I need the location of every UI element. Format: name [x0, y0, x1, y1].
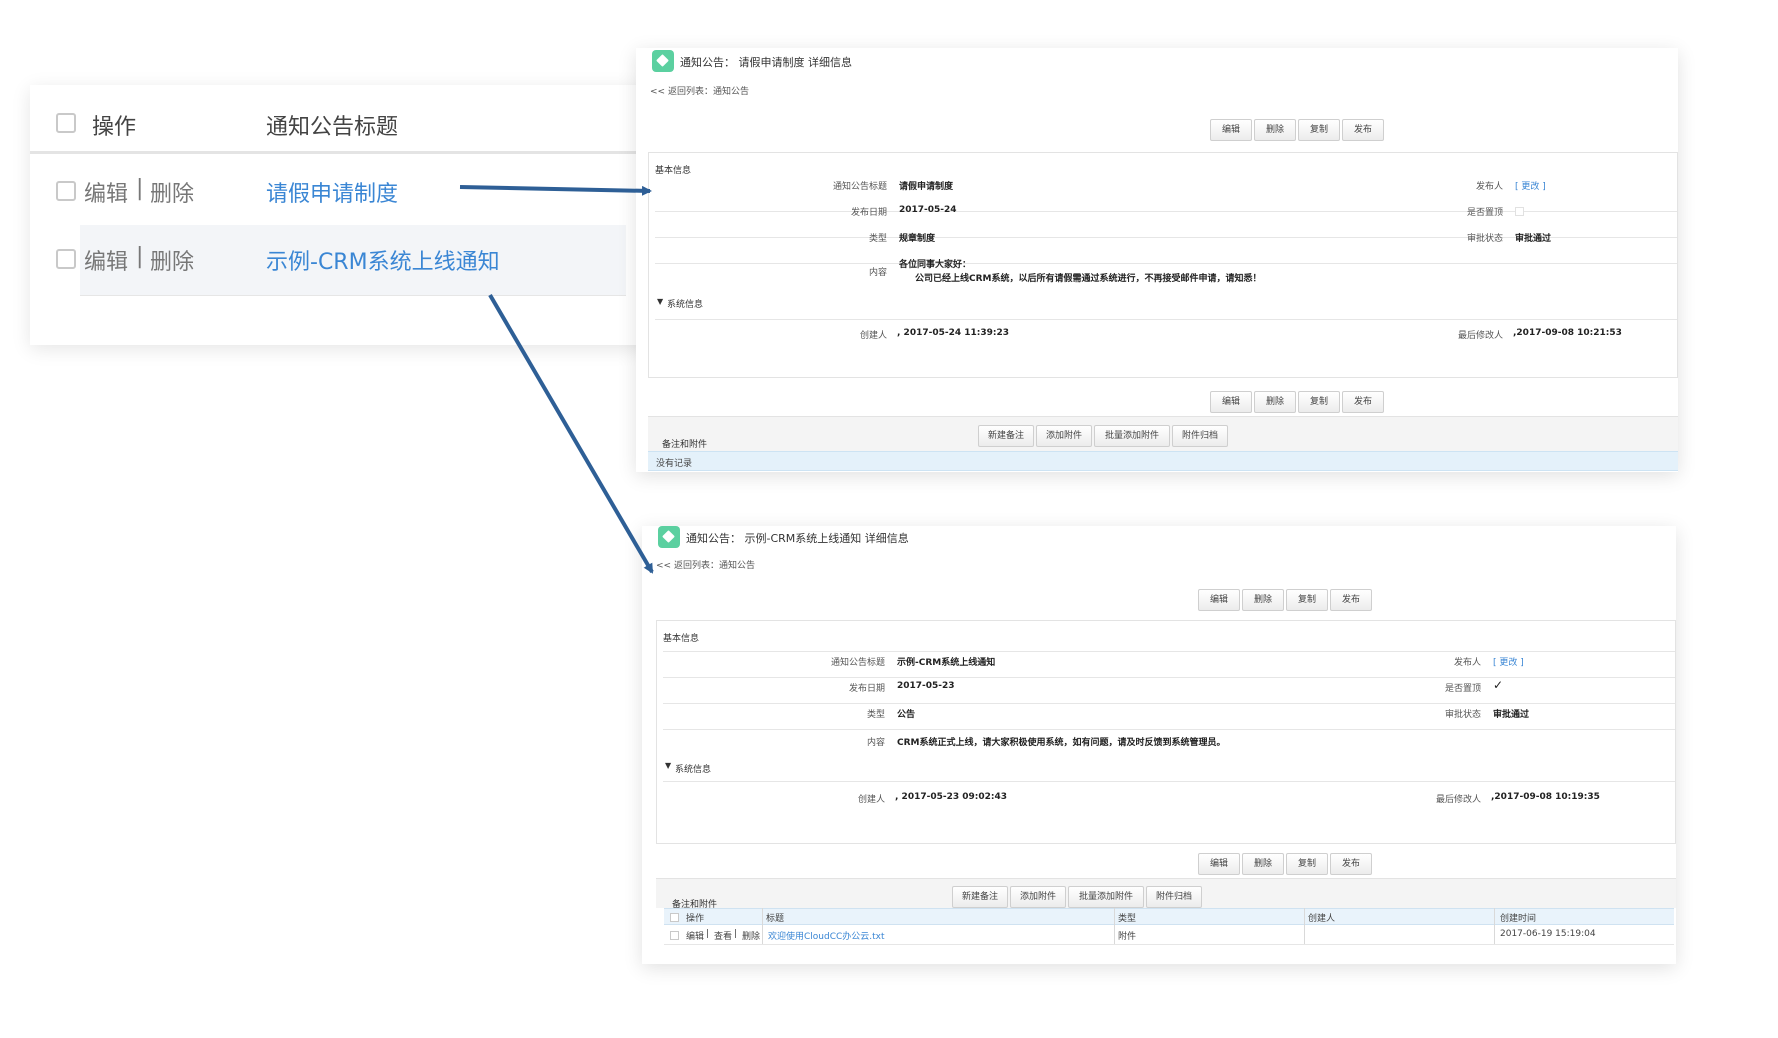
flow-arrows — [459, 185, 654, 574]
arrow-to-leave-policy-detail — [459, 185, 652, 196]
arrow-to-crm-launch-detail — [488, 293, 654, 574]
